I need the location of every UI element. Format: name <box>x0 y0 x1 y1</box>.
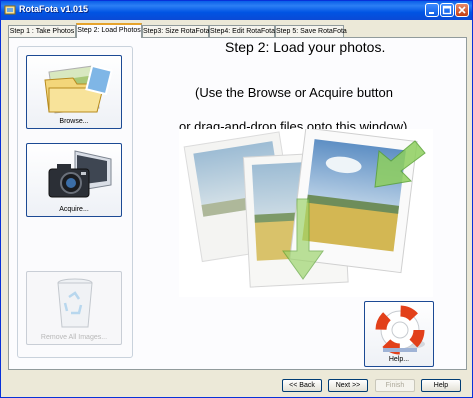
title-bar[interactable]: RotaFota v1.015 <box>1 1 472 20</box>
acquire-button[interactable]: Acquire... <box>26 143 122 217</box>
action-button-group: Browse... Acquire... Remove All Images..… <box>17 46 133 358</box>
close-icon <box>458 6 466 14</box>
back-button[interactable]: << Back <box>282 379 322 392</box>
help-large-label: Help... <box>388 356 410 363</box>
lifebuoy-icon <box>375 305 425 355</box>
help-large-button[interactable]: Help... <box>364 301 434 367</box>
minimize-button[interactable] <box>425 3 439 17</box>
next-button[interactable]: Next >> <box>328 379 368 392</box>
app-window: RotaFota v1.015 Step 1 : Take Photos Ste… <box>0 0 473 398</box>
help-button[interactable]: Help <box>421 379 461 392</box>
tab-step3[interactable]: Step3: Size RotaFota <box>142 25 210 37</box>
close-button[interactable] <box>455 3 469 17</box>
acquire-label: Acquire... <box>59 206 89 213</box>
tab-step1[interactable]: Step 1 : Take Photos <box>8 25 76 37</box>
page-heading: Step 2: Load your photos. <box>225 39 386 55</box>
window-title: RotaFota v1.015 <box>19 4 89 14</box>
photo-stack-graphic <box>183 129 426 288</box>
drop-zone-illustration <box>179 129 433 297</box>
finish-button[interactable]: Finish <box>375 379 415 392</box>
maximize-icon <box>442 5 452 15</box>
app-icon <box>4 5 16 15</box>
browse-label: Browse... <box>59 118 89 125</box>
scanner-camera-icon <box>48 150 112 198</box>
folder-photos-icon <box>44 64 113 114</box>
instruction-line-1: (Use the Browse or Acquire button <box>195 85 393 100</box>
tab-step5[interactable]: Step 5: Save RotaFota <box>275 25 347 37</box>
browse-button[interactable]: Browse... <box>26 55 122 129</box>
tab-step2[interactable]: Step 2: Load Photos <box>76 23 142 38</box>
tab-step4[interactable]: Step4: Edit RotaFota <box>209 25 275 37</box>
remove-all-images-label: Remove All Images... <box>40 334 108 341</box>
recycle-bin-icon <box>57 278 93 328</box>
minimize-icon <box>429 12 434 14</box>
maximize-button[interactable] <box>440 3 454 17</box>
remove-all-images-button[interactable]: Remove All Images... <box>26 271 122 345</box>
